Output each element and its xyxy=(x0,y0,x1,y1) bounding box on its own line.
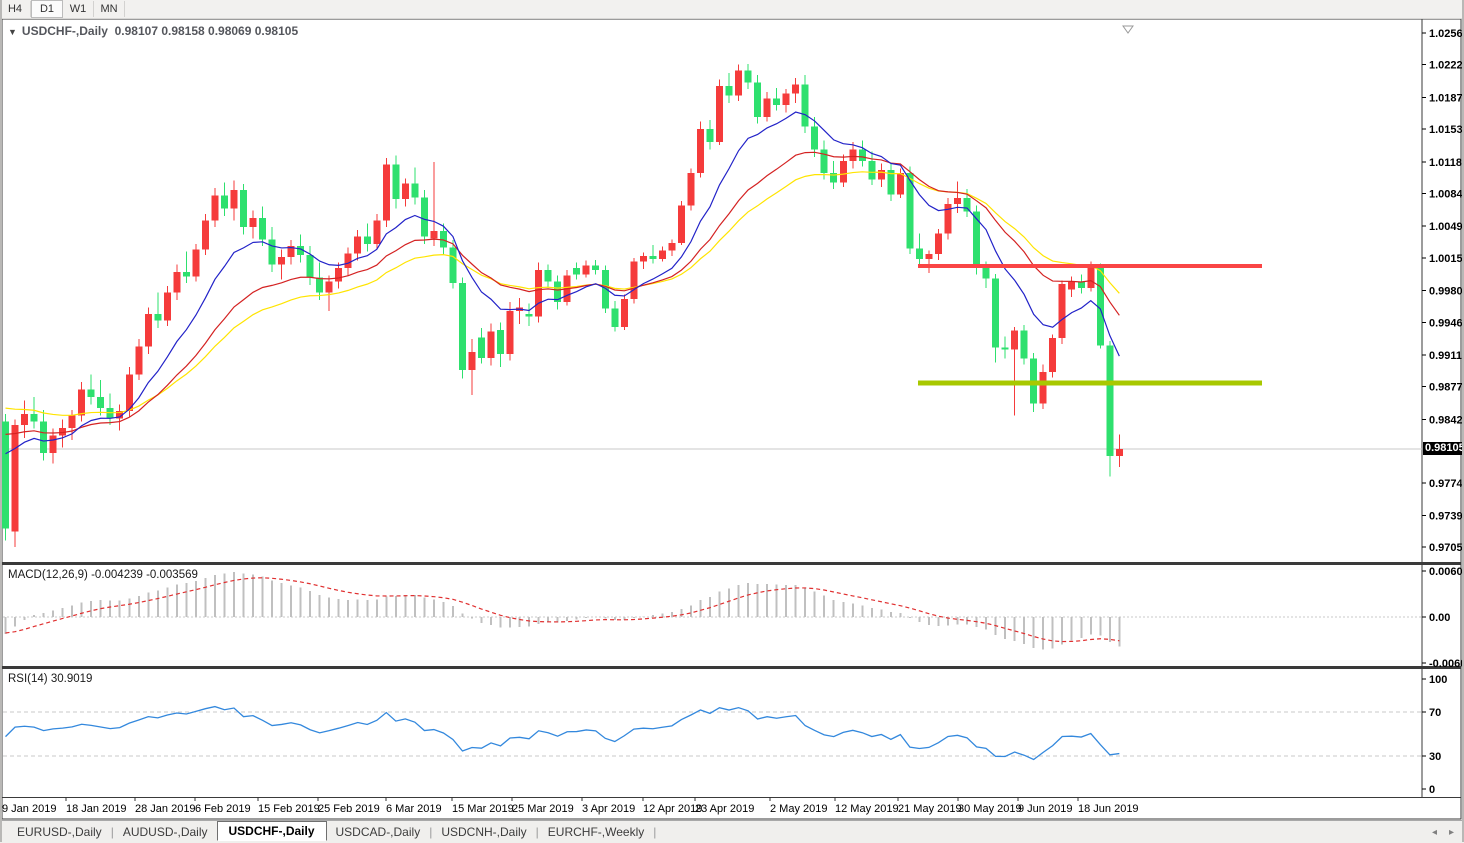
svg-text:1.00150: 1.00150 xyxy=(1429,253,1464,265)
tab-eurchf-weekly[interactable]: EURCHF-,Weekly xyxy=(539,823,653,841)
svg-text:1.02560: 1.02560 xyxy=(1429,28,1464,40)
svg-text:0.97050: 0.97050 xyxy=(1429,542,1464,554)
svg-text:0.97740: 0.97740 xyxy=(1429,478,1464,490)
svg-text:9 Jun 2019: 9 Jun 2019 xyxy=(1018,803,1072,815)
tab-eurusd-daily[interactable]: EURUSD-,Daily xyxy=(8,823,111,841)
svg-text:6 Feb 2019: 6 Feb 2019 xyxy=(195,803,251,815)
svg-text:0: 0 xyxy=(1429,784,1435,796)
svg-text:0.99110: 0.99110 xyxy=(1429,350,1464,362)
tf-button-w1[interactable]: W1 xyxy=(63,1,94,17)
svg-text:3 Apr 2019: 3 Apr 2019 xyxy=(582,803,635,815)
svg-text:23 Apr 2019: 23 Apr 2019 xyxy=(695,803,754,815)
tf-button-h4[interactable]: H4 xyxy=(0,1,31,17)
svg-text:15 Mar 2019: 15 Mar 2019 xyxy=(452,803,514,815)
svg-text:28 Jan 2019: 28 Jan 2019 xyxy=(135,803,196,815)
tab-usdchf-daily[interactable]: USDCHF-,Daily xyxy=(217,821,327,841)
svg-text:1.01530: 1.01530 xyxy=(1429,124,1464,136)
svg-text:70: 70 xyxy=(1429,707,1441,719)
svg-text:100: 100 xyxy=(1429,674,1447,686)
svg-text:0.98420: 0.98420 xyxy=(1429,414,1464,426)
tf-button-d1[interactable]: D1 xyxy=(31,0,63,18)
svg-text:0.97390: 0.97390 xyxy=(1429,511,1464,523)
svg-text:15 Feb 2019: 15 Feb 2019 xyxy=(258,803,320,815)
svg-text:9 Jan 2019: 9 Jan 2019 xyxy=(2,803,56,815)
window-left-edge xyxy=(0,0,2,842)
tf-button-mn[interactable]: MN xyxy=(94,1,125,17)
svg-text:2 May 2019: 2 May 2019 xyxy=(770,803,827,815)
svg-text:25 Feb 2019: 25 Feb 2019 xyxy=(318,803,380,815)
svg-text:1.02220: 1.02220 xyxy=(1429,60,1464,72)
tab-usdcnh-daily[interactable]: USDCNH-,Daily xyxy=(432,823,535,841)
svg-text:21 May 2019: 21 May 2019 xyxy=(898,803,962,815)
svg-text:18 Jun 2019: 18 Jun 2019 xyxy=(1078,803,1139,815)
tab-usdcad-daily[interactable]: USDCAD-,Daily xyxy=(327,823,430,841)
svg-text:6 Mar 2019: 6 Mar 2019 xyxy=(386,803,442,815)
tab-separator: | xyxy=(653,825,656,839)
timeframe-toolbar: H4 D1 W1 MN xyxy=(0,0,1464,19)
svg-text:30 May 2019: 30 May 2019 xyxy=(958,803,1022,815)
svg-text:0.99460: 0.99460 xyxy=(1429,317,1464,329)
svg-text:1.01180: 1.01180 xyxy=(1429,157,1464,169)
tab-scroll-left-icon[interactable]: ◂ xyxy=(1432,827,1437,838)
svg-text:18 Jan 2019: 18 Jan 2019 xyxy=(66,803,127,815)
svg-text:1.01870: 1.01870 xyxy=(1429,92,1464,104)
tab-audusd-daily[interactable]: AUDUSD-,Daily xyxy=(114,823,217,841)
candlestick-chart-canvas: 1.02560 1.02220 1.01870 1.01530 1.01180 1.008… xyxy=(0,0,1464,842)
svg-text:0.98770: 0.98770 xyxy=(1429,382,1464,394)
svg-text:0.006058: 0.006058 xyxy=(1429,566,1464,578)
svg-text:1.00840: 1.00840 xyxy=(1429,189,1464,201)
svg-text:25 Mar 2019: 25 Mar 2019 xyxy=(512,803,574,815)
svg-text:0.99800: 0.99800 xyxy=(1429,286,1464,298)
symbol-tabbar: EURUSD-,Daily | AUDUSD-,Daily USDCHF-,Dai… xyxy=(0,820,1464,843)
current-price-tag: 0.98105 xyxy=(1423,442,1464,455)
svg-text:12 Apr 2019: 12 Apr 2019 xyxy=(643,803,702,815)
svg-text:12 May 2019: 12 May 2019 xyxy=(835,803,899,815)
svg-text:0.00: 0.00 xyxy=(1429,612,1450,624)
svg-text:-0.006096: -0.006096 xyxy=(1429,658,1464,670)
svg-text:30: 30 xyxy=(1429,751,1441,763)
svg-text:1.00490: 1.00490 xyxy=(1429,221,1464,233)
tab-scroll-right-icon[interactable]: ▸ xyxy=(1449,827,1454,838)
